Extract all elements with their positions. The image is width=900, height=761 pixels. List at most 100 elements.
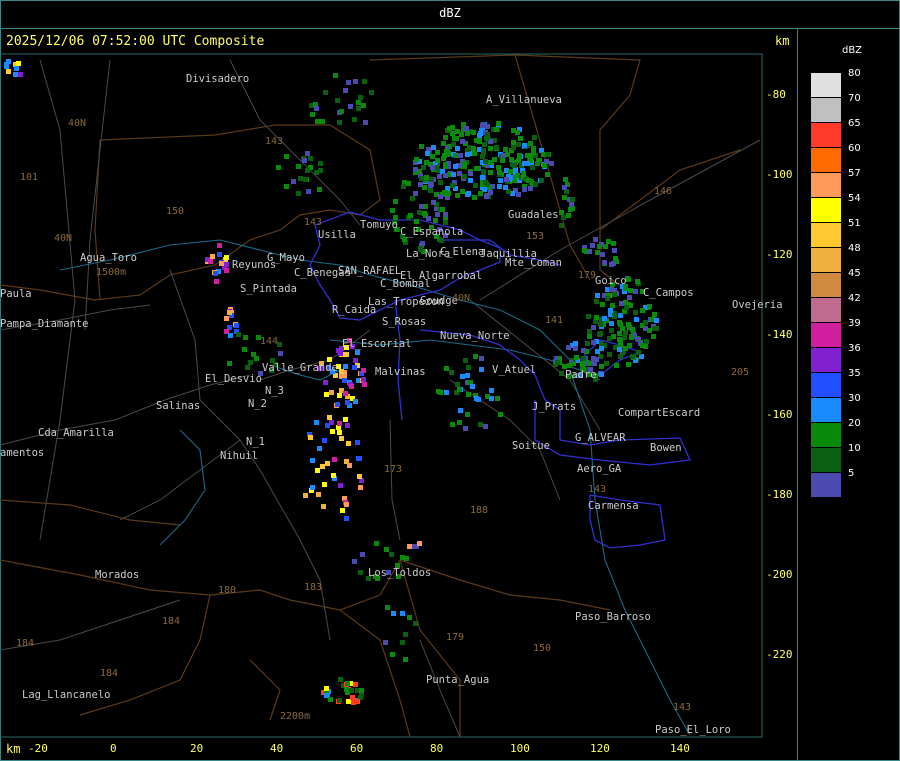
echo-cell [617, 331, 622, 336]
echo-cell [284, 184, 289, 189]
echo-cell [599, 341, 604, 346]
legend-label: 35 [848, 368, 861, 379]
echo-cell [636, 350, 641, 355]
echo-cell [605, 296, 610, 301]
echo-cell [343, 364, 348, 369]
legend-title: dBZ [841, 45, 863, 56]
echo-cell [435, 150, 440, 155]
echo-cell [333, 73, 338, 78]
echo-cell [496, 165, 501, 170]
echo-cell [433, 218, 438, 223]
echo-cell [598, 322, 603, 327]
echo-cell [494, 145, 499, 150]
echo-cell [521, 171, 526, 176]
echo-cell [609, 287, 614, 292]
y-tick-label: -80 [766, 88, 786, 101]
echo-cell [612, 248, 617, 253]
echo-cell [542, 163, 547, 168]
echo-cell [464, 126, 469, 131]
echo-cell [613, 256, 618, 261]
echo-cell [320, 119, 325, 124]
elevation-label: 1500m [96, 267, 126, 278]
echo-cell [466, 365, 471, 370]
echo-cell [441, 141, 446, 146]
echo-cell [460, 189, 465, 194]
echo-cell [644, 339, 649, 344]
echo-cell [597, 332, 602, 337]
echo-cell [608, 308, 613, 313]
legend-label: 70 [848, 93, 861, 104]
echo-cell [503, 147, 508, 152]
echo-cell [401, 184, 406, 189]
echo-cell [599, 364, 604, 369]
place-label: Pampa_Diamante [0, 318, 89, 330]
legend-swatch [811, 223, 841, 247]
route-number: 40N [452, 293, 470, 304]
echo-cell [431, 145, 436, 150]
route-number: 173 [384, 464, 402, 475]
echo-cell [430, 165, 435, 170]
legend-swatch [811, 198, 841, 222]
route-number: 101 [20, 172, 38, 183]
place-label: C_Bombal [380, 278, 431, 290]
echo-cell [347, 463, 352, 468]
echo-cell [591, 340, 596, 345]
echo-cell [594, 357, 599, 362]
echo-cell [450, 422, 455, 427]
echo-cell [640, 308, 645, 313]
echo-cell [322, 438, 327, 443]
echo-cell [609, 328, 614, 333]
route-number: 153 [526, 231, 544, 242]
x-tick-label: 20 [190, 742, 204, 755]
echo-cell [606, 239, 611, 244]
echo-cell [634, 317, 639, 322]
legend-label: 57 [848, 168, 861, 179]
echo-cell [428, 182, 433, 187]
echo-cell [620, 326, 625, 331]
echo-cell [449, 370, 454, 375]
place-label: Punta_Agua [426, 674, 489, 686]
echo-cell [609, 262, 614, 267]
place-label: Ovejeria [732, 299, 783, 311]
legend-swatch [811, 173, 841, 197]
echo-cell [604, 361, 609, 366]
echo-cell [651, 334, 656, 339]
echo-cell [420, 241, 425, 246]
echo-cell [498, 178, 503, 183]
echo-cell [458, 153, 463, 158]
echo-cell [607, 336, 612, 341]
legend-swatch [811, 148, 841, 172]
title-bar: dBZ [0, 0, 900, 29]
echo-cell [303, 177, 308, 182]
echo-cell [525, 153, 530, 158]
echo-cell [390, 652, 395, 657]
place-label: Mte_Coman [505, 257, 562, 269]
echo-cell [210, 254, 215, 259]
echo-cell [291, 179, 296, 184]
echo-cell [471, 146, 476, 151]
echo-cell [594, 315, 599, 320]
echo-cell [508, 169, 513, 174]
echo-cell [343, 391, 348, 396]
echo-cell [338, 351, 343, 356]
place-labels: Divisadero A_Villanueva Guadales Tomuyo Usil… [0, 73, 783, 736]
legend-label: 5 [848, 468, 855, 479]
echo-cell [413, 167, 418, 172]
echo-cell [385, 605, 390, 610]
echo-cell [593, 237, 598, 242]
elevation-label: 2200m [280, 711, 310, 722]
echo-cell [488, 190, 493, 195]
place-label: Valle_Grande [262, 362, 338, 374]
echo-cell [345, 423, 350, 428]
echo-cell [585, 341, 590, 346]
place-label: N_3 [265, 385, 284, 397]
place-label: Nueva_Norte [440, 330, 510, 342]
radar-map[interactable]: Divisadero A_Villanueva Guadales Tomuyo Usil… [0, 29, 798, 761]
echo-cell [335, 402, 340, 407]
echo-cell [308, 156, 313, 161]
echo-cell [245, 365, 250, 370]
echo-cell [318, 161, 323, 166]
echo-cell [453, 164, 458, 169]
legend-label: 80 [848, 68, 861, 79]
echo-cell [581, 348, 586, 353]
